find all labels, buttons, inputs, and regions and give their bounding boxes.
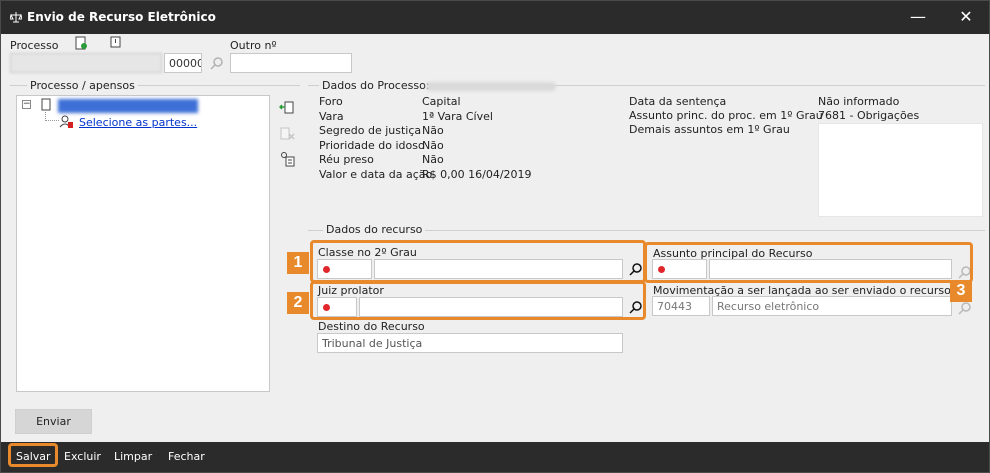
limpar-button[interactable]: Limpar — [114, 450, 152, 463]
highlight-juiz — [310, 281, 646, 320]
remove-apenso-icon[interactable] — [279, 125, 295, 141]
dados-recurso-legend: Dados do recurso — [323, 223, 426, 236]
processo-label: Processo — [10, 39, 59, 52]
tree-connector — [45, 112, 59, 121]
highlight-salvar — [8, 443, 58, 467]
recurso-window: Envio de Recurso Eletrônico — ✕ Processo… — [0, 0, 990, 473]
field-label: Vara — [319, 109, 344, 123]
left-group-legend: Processo / apensos — [27, 79, 138, 92]
bottom-action-bar: Salvar Excluir Limpar Fechar — [1, 442, 989, 472]
field-value: Capital — [422, 95, 461, 108]
select-parties-link[interactable]: Selecione as partes... — [79, 116, 197, 129]
party-list-icon[interactable] — [279, 151, 295, 167]
assunto-1grau-value: 7681 - Obrigações — [818, 109, 920, 122]
scales-icon — [10, 12, 22, 23]
highlight-assunto — [644, 242, 973, 283]
process-document-icon — [41, 98, 51, 111]
enviar-button[interactable]: Enviar — [15, 409, 92, 434]
badge-3: 3 — [950, 280, 972, 302]
outro-label: Outro nº — [230, 39, 277, 52]
process-tree-node[interactable] — [58, 99, 198, 113]
close-button[interactable]: ✕ — [955, 7, 977, 29]
field-label: Valor e data da ação — [319, 167, 433, 181]
demais-assuntos-box[interactable] — [818, 123, 983, 217]
dados-processo-number — [426, 82, 556, 91]
new-document-icon[interactable] — [75, 36, 88, 50]
field-value: 1ª Vara Cível — [422, 109, 493, 123]
badge-2: 2 — [287, 292, 309, 314]
assunto-1grau-label: Assunto princ. do proc. em 1º Grau — [629, 109, 823, 122]
note-icon[interactable] — [110, 36, 122, 49]
tree-collapse-toggle[interactable]: − — [22, 100, 31, 109]
processo-number-input[interactable] — [10, 53, 162, 73]
add-apenso-icon[interactable] — [279, 99, 295, 115]
outro-input[interactable] — [230, 53, 352, 73]
field-label: Prioridade do idoso — [319, 138, 425, 152]
excluir-button[interactable]: Excluir — [64, 450, 101, 463]
window-title: Envio de Recurso Eletrônico — [27, 10, 216, 24]
movimentacao-desc-input[interactable]: Recurso eletrônico — [712, 296, 952, 316]
field-label: Réu preso — [319, 153, 374, 166]
parties-icon — [59, 115, 73, 128]
movimentacao-search-icon[interactable] — [958, 301, 972, 315]
field-value: Não — [422, 124, 444, 137]
field-value: Não — [422, 138, 444, 152]
data-sentenca-label: Data da sentença — [629, 95, 727, 108]
search-icon[interactable] — [210, 56, 224, 70]
field-label: Foro — [319, 95, 343, 108]
demais-assuntos-label: Demais assuntos em 1º Grau — [629, 123, 790, 136]
process-tree[interactable]: − Selecione as partes... — [16, 95, 270, 392]
dados-processo-legend: Dados do Processo: — [319, 79, 433, 92]
fechar-button[interactable]: Fechar — [168, 450, 205, 463]
badge-1: 1 — [287, 252, 309, 274]
movimentacao-code-input[interactable]: 70443 — [652, 296, 710, 316]
destino-label: Destino do Recurso — [318, 320, 425, 333]
minimize-button[interactable]: — — [907, 7, 929, 29]
field-value: R$ 0,00 16/04/2019 — [422, 167, 532, 181]
highlight-classe — [310, 240, 646, 283]
field-label: Segredo de justiça — [319, 124, 422, 137]
data-sentenca-value: Não informado — [818, 95, 900, 108]
destino-input[interactable]: Tribunal de Justiça — [317, 333, 623, 353]
processo-suffix-input[interactable]: 00000 — [164, 53, 202, 73]
title-bar: Envio de Recurso Eletrônico — ✕ — [1, 1, 989, 34]
field-value: Não — [422, 153, 444, 166]
